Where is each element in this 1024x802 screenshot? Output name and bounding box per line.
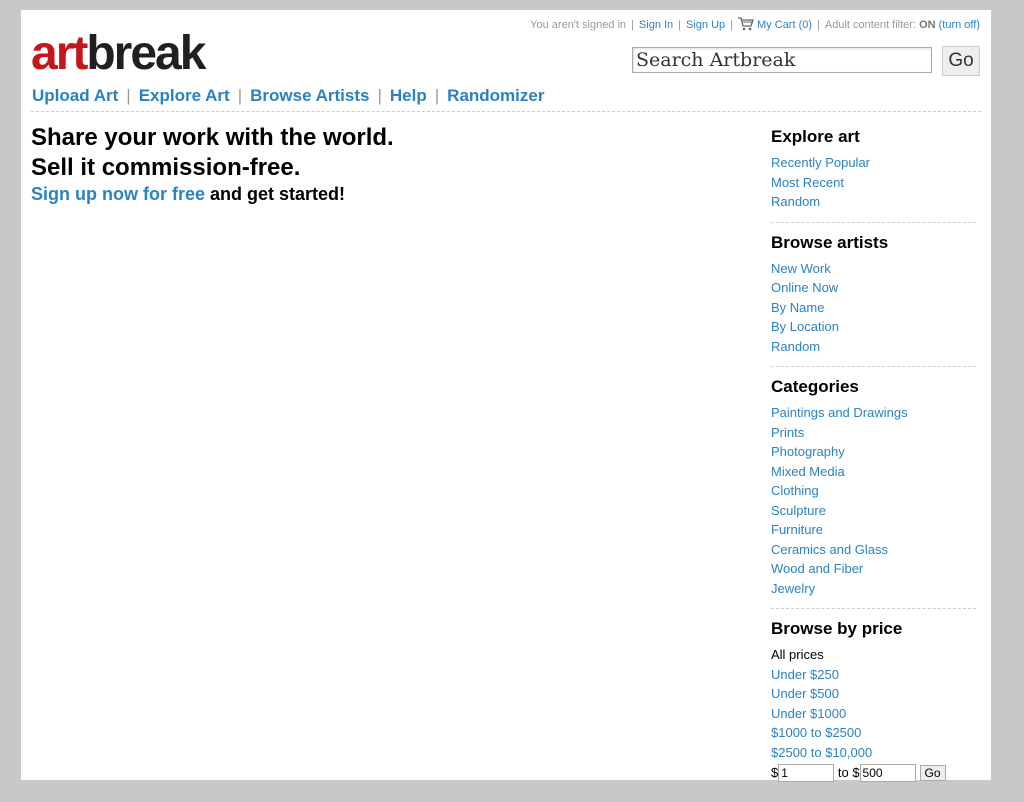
price-to-input[interactable] [859,764,916,782]
hero: Share your work with the world. Sell it … [31,123,394,205]
category-prints[interactable]: Prints [771,423,976,443]
price-under-1000[interactable]: Under $1000 [771,704,976,724]
category-clothing[interactable]: Clothing [771,481,976,501]
cart-icon [738,17,754,31]
nav-explore-art[interactable]: Explore Art [139,86,230,105]
category-photography[interactable]: Photography [771,442,976,462]
browse-artists-section: Browse artists New Work Online Now By Na… [771,232,976,367]
cart-link[interactable]: My Cart (0) [738,17,813,31]
artists-by-location[interactable]: By Location [771,317,976,337]
main-nav: Upload Art | Explore Art | Browse Artists | He… [32,86,544,106]
price-to-label: to $ [837,765,860,780]
artbreak-logo[interactable]: artbreak [31,27,206,80]
category-ceramics-glass[interactable]: Ceramics and Glass [771,540,976,560]
artists-random[interactable]: Random [771,337,976,357]
turn-off-filter-link[interactable]: (turn off) [939,19,980,31]
nav-separator: | [377,86,382,105]
price-range-form: $ to $ Go [771,764,976,782]
price-2500-10000[interactable]: $2500 to $10,000 [771,743,976,763]
hero-cta: Sign up now for free and get started! [31,184,394,205]
adult-filter-label: Adult content filter: [824,19,916,31]
sign-in-link[interactable]: Sign In [639,19,673,31]
artists-by-name[interactable]: By Name [771,298,976,318]
price-under-500[interactable]: Under $500 [771,684,976,704]
account-bar: You aren't signed in | Sign In | Sign Up | My … [530,17,980,31]
explore-random[interactable]: Random [771,192,976,212]
separator: | [817,19,820,31]
sidebar: Explore art Recently Popular Most Recent… [771,127,976,802]
price-1000-2500[interactable]: $1000 to $2500 [771,723,976,743]
separator: | [730,19,734,31]
explore-most-recent[interactable]: Most Recent [771,173,976,193]
price-heading: Browse by price [771,619,903,638]
separator: | [678,19,682,31]
nav-upload-art[interactable]: Upload Art [32,86,118,105]
hero-line-2: Sell it commission-free. [31,154,301,181]
logo-break: break [86,27,206,80]
page-container: You aren't signed in | Sign In | Sign Up | My … [21,10,991,782]
artists-online-now[interactable]: Online Now [771,278,976,298]
nav-help[interactable]: Help [390,86,427,105]
sign-up-link[interactable]: Sign Up [686,19,725,31]
nav-randomizer[interactable]: Randomizer [447,86,544,105]
price-from-input[interactable] [778,764,835,782]
category-sculpture[interactable]: Sculpture [771,501,976,521]
category-furniture[interactable]: Furniture [771,520,976,540]
logo-art: art [31,27,88,80]
separator: | [631,19,634,31]
signed-out-status: You aren't signed in [530,19,627,31]
category-mixed-media[interactable]: Mixed Media [771,462,976,482]
price-all: All prices [771,647,824,662]
explore-recently-popular[interactable]: Recently Popular [771,153,976,173]
nav-browse-artists[interactable]: Browse Artists [250,86,369,105]
category-jewelry[interactable]: Jewelry [771,579,976,599]
category-wood-fiber[interactable]: Wood and Fiber [771,559,976,579]
adult-filter-state: ON [919,19,936,31]
nav-divider [31,111,981,112]
category-paintings-drawings[interactable]: Paintings and Drawings [771,403,976,423]
categories-heading: Categories [771,377,859,396]
nav-separator: | [126,86,131,105]
categories-section: Categories Paintings and Drawings Prints… [771,377,976,609]
price-from-prefix: $ [771,765,779,780]
cart-label: My Cart (0) [757,19,813,31]
hero-line-1: Share your work with the world. [31,124,394,151]
price-under-250[interactable]: Under $250 [771,665,976,685]
price-section: Browse by price All prices Under $250 Un… [771,619,976,792]
search-go-button[interactable]: Go [942,46,980,76]
nav-separator: | [237,86,243,105]
search-input[interactable] [632,47,932,73]
explore-art-section: Explore art Recently Popular Most Recent… [771,127,976,223]
nav-separator: | [434,86,440,105]
sign-up-free-link[interactable]: Sign up now for free [31,184,205,204]
price-go-button[interactable]: Go [919,765,946,781]
browse-artists-heading: Browse artists [771,232,889,252]
explore-art-heading: Explore art [771,127,860,146]
cta-text: and get started! [205,184,346,204]
artists-new-work[interactable]: New Work [771,259,976,279]
